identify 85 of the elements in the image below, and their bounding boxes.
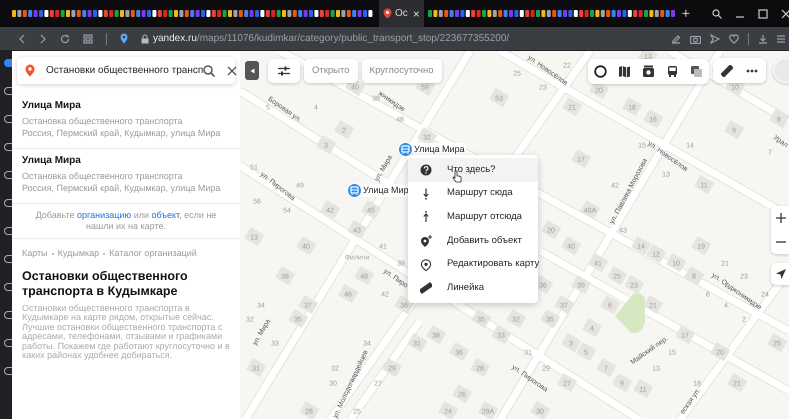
building bbox=[562, 96, 582, 116]
locate-button[interactable] bbox=[771, 263, 789, 285]
add-hint-text: Добавьте организацию или объект, если не нашли их на карте. bbox=[34, 210, 218, 232]
triangle-left-icon bbox=[250, 68, 254, 74]
more-icon[interactable] bbox=[746, 68, 758, 72]
pin-plus-icon bbox=[420, 234, 432, 247]
context-menu-item[interactable]: Что здесь? bbox=[408, 158, 538, 182]
building bbox=[298, 294, 318, 314]
building bbox=[646, 244, 666, 264]
context-menu-item[interactable]: Линейка bbox=[408, 276, 538, 300]
circle-icon[interactable] bbox=[594, 65, 607, 78]
ruler-icon bbox=[420, 282, 432, 294]
question-icon bbox=[420, 164, 432, 176]
download-icon[interactable] bbox=[758, 34, 768, 44]
reload-icon[interactable] bbox=[60, 34, 70, 44]
building bbox=[684, 266, 704, 286]
search-field[interactable]: Остановки общественного трансп bbox=[17, 57, 235, 84]
building bbox=[540, 308, 560, 328]
collapse-panel-button[interactable] bbox=[245, 61, 259, 80]
building bbox=[607, 266, 628, 286]
result-address: Россия, Пермский край, Кудымкар, улица Мира bbox=[22, 127, 222, 139]
close-tab-button[interactable]: × bbox=[412, 4, 420, 22]
building bbox=[666, 252, 686, 272]
lock-icon bbox=[141, 34, 149, 44]
context-menu-item[interactable]: Маршрут сюда bbox=[408, 182, 538, 206]
pin-icon bbox=[420, 258, 432, 271]
location-pin-icon[interactable] bbox=[120, 33, 128, 44]
filter-chip[interactable]: Круглосуточно bbox=[362, 59, 442, 83]
page-heading: Остановки общественного транспорта в Кудымкаре bbox=[21, 268, 189, 298]
edit-icon[interactable] bbox=[671, 34, 681, 44]
camera-icon[interactable] bbox=[642, 65, 655, 78]
building bbox=[675, 324, 696, 344]
building bbox=[471, 308, 492, 328]
map-icon[interactable] bbox=[618, 65, 631, 78]
maximize-icon[interactable] bbox=[758, 8, 768, 18]
pin-icon bbox=[383, 8, 392, 19]
result-title: Улица Мира bbox=[22, 100, 82, 112]
send-icon[interactable] bbox=[710, 34, 720, 44]
search-icon[interactable] bbox=[203, 64, 216, 76]
grid-icon[interactable] bbox=[83, 34, 93, 44]
building bbox=[316, 134, 336, 154]
building bbox=[571, 274, 592, 294]
bus-icon[interactable] bbox=[666, 65, 679, 78]
organization-link[interactable]: организацию bbox=[77, 210, 132, 220]
clear-icon[interactable] bbox=[227, 66, 238, 76]
forward-icon[interactable] bbox=[39, 34, 47, 44]
filter-chip[interactable]: Открыто bbox=[304, 59, 358, 83]
building bbox=[491, 324, 512, 344]
result-category: Остановка общественного транспорта bbox=[22, 115, 184, 127]
search-icon[interactable] bbox=[712, 8, 722, 18]
building bbox=[382, 358, 402, 378]
description-text: Остановки общественного транспорта в Кудымкаре на карте рядом, открытые сейчас. Лучшие остановки общественного транспорта с адресами, телефонами, отзывами и графиками работы. Покажем где работают круглосуточно и в каких районах удобнее добираться. bbox=[21, 304, 231, 362]
back-icon[interactable] bbox=[18, 34, 26, 44]
building bbox=[769, 108, 789, 128]
menu-icon[interactable] bbox=[777, 34, 785, 44]
sliders-icon bbox=[278, 66, 290, 76]
ruler-icon[interactable] bbox=[721, 64, 733, 76]
filter-button[interactable] bbox=[268, 59, 300, 83]
context-menu-item[interactable]: Маршрут отсюда bbox=[408, 205, 538, 230]
building bbox=[288, 308, 308, 328]
building bbox=[361, 200, 382, 220]
layers-icon[interactable] bbox=[690, 65, 703, 78]
building bbox=[588, 252, 608, 272]
active-tab[interactable]: Ос × bbox=[379, 0, 424, 27]
building bbox=[557, 372, 578, 392]
heart-icon[interactable] bbox=[729, 34, 739, 44]
result-address: Россия, Пермский край, Кудымкар, улица Мира bbox=[22, 182, 222, 194]
result-title: Улица Мира bbox=[22, 155, 82, 167]
close-window-icon[interactable] bbox=[781, 8, 789, 18]
context-menu-item[interactable]: Добавить объект bbox=[408, 229, 538, 253]
park bbox=[615, 293, 645, 334]
building bbox=[600, 294, 620, 314]
navigation-arrow-icon bbox=[776, 269, 786, 279]
building bbox=[554, 294, 574, 314]
bus-stop-icon[interactable] bbox=[347, 183, 362, 198]
building bbox=[710, 342, 730, 362]
context-menu-item[interactable]: Редактировать карту bbox=[408, 252, 538, 276]
object-link[interactable]: объект bbox=[152, 210, 180, 220]
new-tab-button[interactable]: + bbox=[682, 3, 690, 24]
zoom-in-icon[interactable] bbox=[776, 213, 786, 223]
building bbox=[407, 332, 428, 352]
pin-icon bbox=[25, 64, 35, 77]
result-category: Остановка общественного транспорта bbox=[22, 170, 184, 182]
building bbox=[347, 220, 368, 240]
bus-stop-icon[interactable] bbox=[398, 142, 413, 157]
